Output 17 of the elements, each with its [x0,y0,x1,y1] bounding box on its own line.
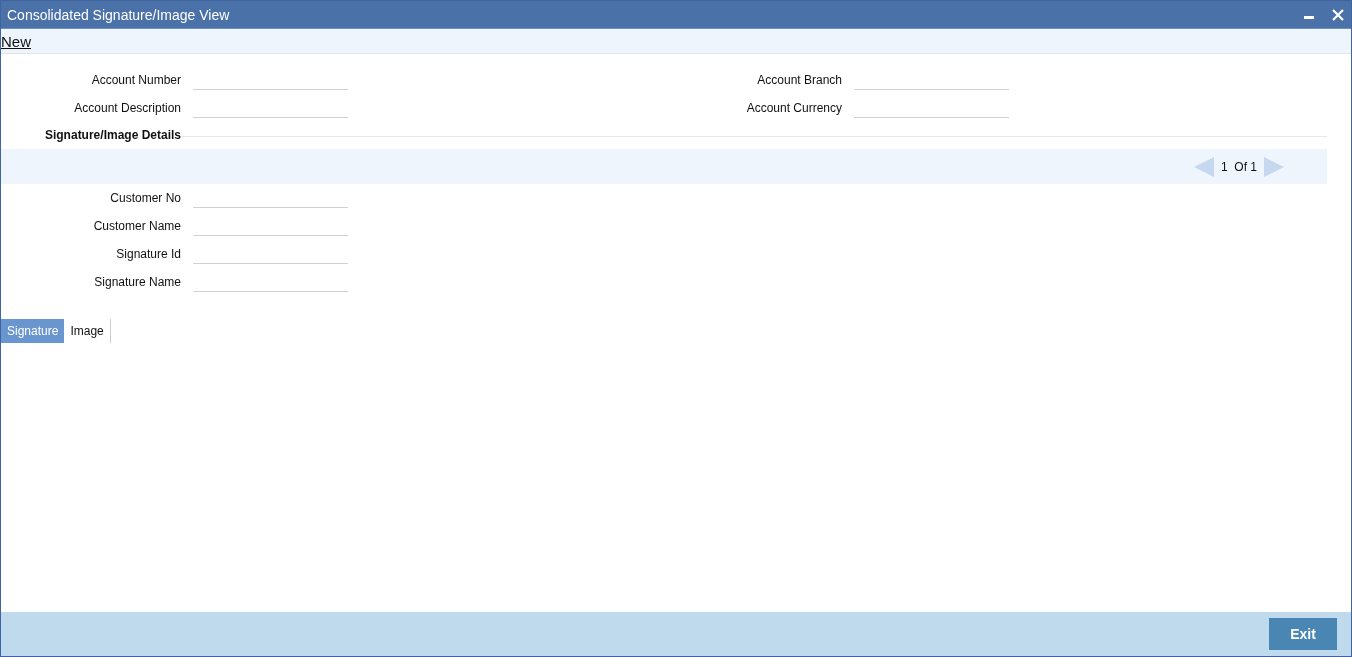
field-label: Signature Name [93,275,181,289]
field-label: Customer Name [92,219,181,233]
field-label: Account Description [73,101,181,115]
page-indicator: 1 Of 1 [1220,159,1257,174]
previous-icon[interactable] [1192,155,1215,178]
close-icon[interactable] [1331,7,1345,22]
next-icon[interactable] [1263,155,1285,178]
field-label: Account Number [90,73,181,87]
field-label: Signature Id [115,247,181,261]
tab[interactable]: Image [64,319,111,343]
window-title: Consolidated Signature/Image View [7,6,230,23]
exit-button[interactable]: Exit [1269,618,1337,650]
field-label: Customer No [109,191,181,205]
section-title: Signature/Image Details [43,128,181,142]
new-link[interactable]: New [1,32,31,50]
field-label: Account Currency [745,101,842,115]
field-label: Account Branch [756,73,842,87]
